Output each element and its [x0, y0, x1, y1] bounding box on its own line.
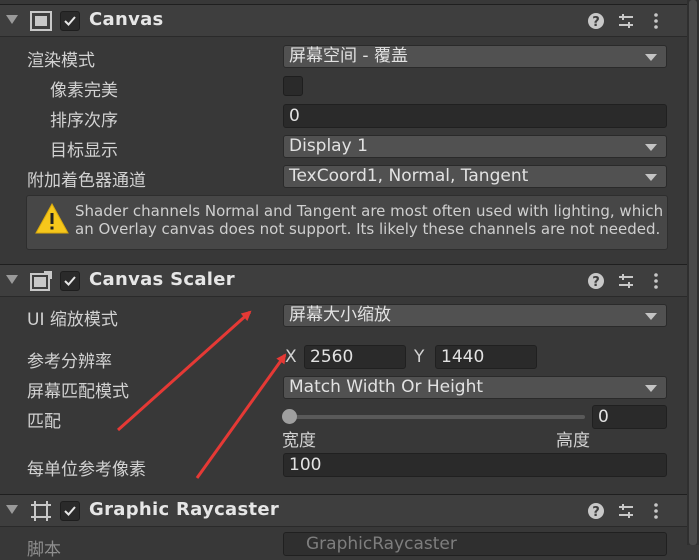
canvas-icon	[30, 11, 52, 31]
script-value: GraphicRaycaster	[306, 534, 457, 554]
arrow-to-reference-resolution	[195, 353, 287, 479]
checkmark-icon	[64, 276, 76, 286]
sort-order-field[interactable]: 0	[283, 104, 667, 128]
chevron-down-icon	[645, 174, 657, 181]
fold-icon[interactable]	[6, 505, 18, 514]
chevron-down-icon	[645, 144, 657, 151]
reference-resolution-label: 参考分辨率	[27, 352, 112, 372]
svg-text:?: ?	[592, 505, 600, 520]
ui-scale-mode-dropdown[interactable]: 屏幕大小缩放	[283, 304, 667, 327]
screen-match-mode-value: Match Width Or Height	[289, 377, 484, 397]
fold-icon[interactable]	[6, 275, 18, 284]
canvas-scaler-header[interactable]: Canvas Scaler ?	[0, 264, 687, 297]
raycaster-enabled-checkbox[interactable]	[60, 501, 80, 521]
render-mode-value: 屏幕空间 - 覆盖	[289, 46, 408, 66]
match-label: 匹配	[27, 412, 61, 432]
chevron-down-icon	[645, 54, 657, 61]
canvas-scaler-enabled-checkbox[interactable]	[60, 271, 80, 291]
warning-icon	[35, 202, 69, 234]
screen-match-mode-dropdown[interactable]: Match Width Or Height	[283, 376, 667, 399]
component-title: Canvas Scaler	[89, 269, 235, 290]
kebab-menu-icon[interactable]	[647, 12, 665, 30]
resolution-y-field[interactable]: 1440	[435, 345, 537, 369]
kebab-menu-icon[interactable]	[647, 272, 665, 290]
checkmark-icon	[64, 506, 76, 516]
height-label: 高度	[556, 431, 590, 451]
reference-pixels-field[interactable]: 100	[283, 453, 667, 477]
ui-scale-mode-value: 屏幕大小缩放	[289, 305, 391, 325]
pixel-perfect-checkbox[interactable]	[283, 76, 303, 96]
canvas-header[interactable]: Canvas ?	[0, 4, 687, 37]
chevron-down-icon	[645, 313, 657, 320]
pixel-perfect-label: 像素完美	[50, 81, 118, 101]
chevron-down-icon	[645, 385, 657, 392]
canvas-enabled-checkbox[interactable]	[60, 11, 80, 31]
x-label: X	[285, 347, 297, 367]
inspector-scrollbar[interactable]	[687, 0, 699, 545]
scrollbar-thumb[interactable]	[689, 0, 697, 545]
additional-channels-dropdown[interactable]: TexCoord1, Normal, Tangent	[283, 165, 667, 188]
target-display-value: Display 1	[289, 136, 368, 156]
render-mode-dropdown[interactable]: 屏幕空间 - 覆盖	[283, 45, 667, 68]
y-label: Y	[414, 347, 425, 367]
ui-scale-mode-label: UI 缩放模式	[27, 310, 118, 330]
preset-icon[interactable]	[617, 12, 635, 30]
graphic-raycaster-header[interactable]: Graphic Raycaster ?	[0, 494, 687, 527]
match-slider-track[interactable]	[289, 415, 585, 419]
script-label: 脚本	[27, 540, 61, 560]
svg-text:?: ?	[592, 15, 600, 30]
script-field: GraphicRaycaster	[283, 532, 667, 556]
canvas-scaler-icon	[30, 271, 52, 291]
help-icon[interactable]: ?	[587, 12, 605, 30]
checkmark-icon	[64, 16, 76, 26]
component-title: Canvas	[89, 9, 164, 30]
help-icon[interactable]: ?	[587, 502, 605, 520]
match-value-field[interactable]: 0	[592, 405, 667, 429]
warning-text: Shader channels Normal and Tangent are m…	[75, 202, 664, 238]
svg-text:?: ?	[592, 275, 600, 290]
additional-channels-label: 附加着色器通道	[27, 171, 146, 191]
match-slider-handle[interactable]	[282, 409, 297, 424]
sort-order-label: 排序次序	[50, 111, 118, 131]
fold-icon[interactable]	[6, 15, 18, 24]
kebab-menu-icon[interactable]	[647, 502, 665, 520]
preset-icon[interactable]	[617, 502, 635, 520]
target-display-label: 目标显示	[50, 141, 118, 161]
preset-icon[interactable]	[617, 272, 635, 290]
width-label: 宽度	[282, 431, 316, 451]
component-title: Graphic Raycaster	[89, 499, 280, 520]
reference-pixels-label: 每单位参考像素	[27, 460, 146, 480]
warning-helpbox: Shader channels Normal and Tangent are m…	[26, 195, 668, 250]
resolution-x-field[interactable]: 2560	[304, 345, 406, 369]
raycaster-icon	[31, 501, 51, 521]
arrow-to-ui-scale-mode	[117, 310, 252, 432]
render-mode-label: 渲染模式	[27, 51, 95, 71]
help-icon[interactable]: ?	[587, 272, 605, 290]
target-display-dropdown[interactable]: Display 1	[283, 135, 667, 158]
additional-channels-value: TexCoord1, Normal, Tangent	[289, 166, 529, 186]
screen-match-mode-label: 屏幕匹配模式	[27, 382, 129, 402]
